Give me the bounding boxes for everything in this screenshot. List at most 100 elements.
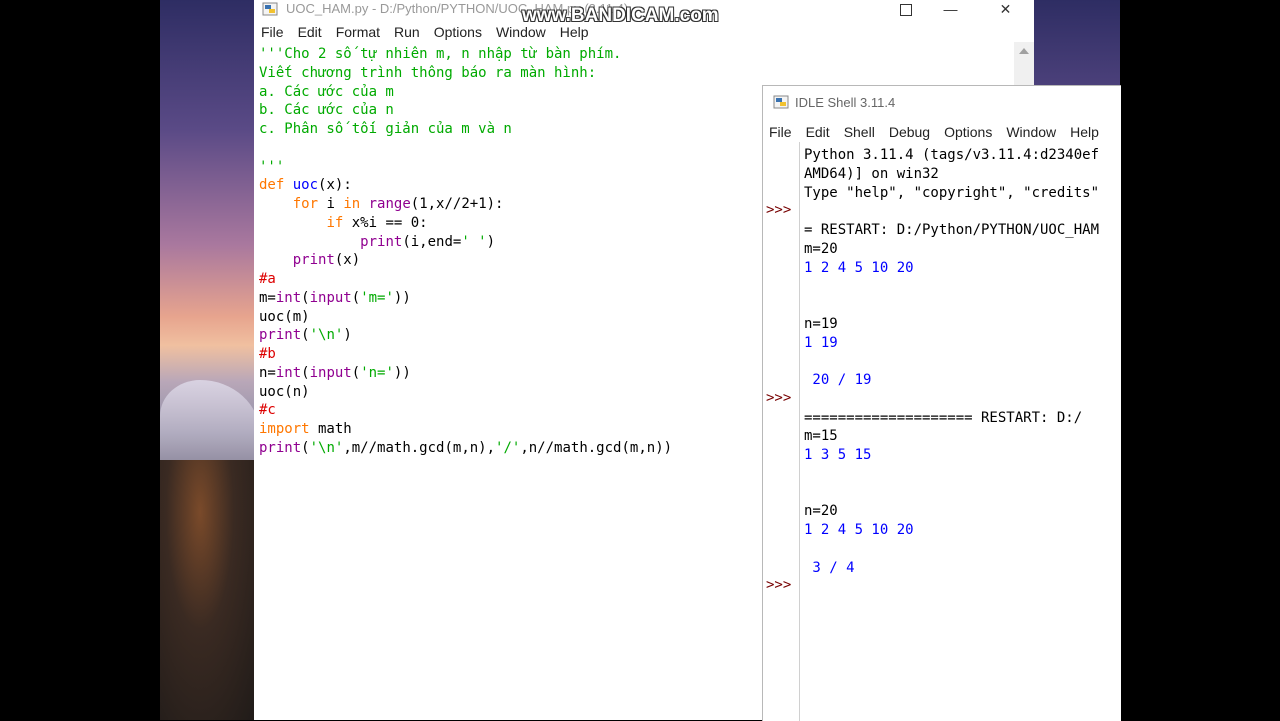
code-token: ' ' xyxy=(461,233,487,250)
shell-line: 3 / 4 xyxy=(804,559,855,576)
code-token: import xyxy=(259,421,310,437)
shell-line: AMD64)] on win32 xyxy=(804,165,939,182)
code-token: if xyxy=(326,214,344,231)
shell-menu-options[interactable]: Options xyxy=(944,124,992,140)
code-line: print('\n',m//math.gcd(m,n),'/',n//math.… xyxy=(259,439,672,458)
code-line: print('\n') xyxy=(259,326,672,345)
editor-code-area[interactable]: '''Cho 2 số tự nhiên m, n nhập từ bàn ph… xyxy=(259,45,672,458)
shell-line: 1 2 4 5 10 20 xyxy=(804,522,914,538)
code-line: ''' xyxy=(259,158,672,177)
code-line: b. Các ước của n xyxy=(259,101,672,120)
code-token: ,n//math.gcd(m,n)) xyxy=(520,439,673,456)
shell-menu-debug[interactable]: Debug xyxy=(889,124,930,140)
code-line: Viết chương trình thông báo ra màn hình: xyxy=(259,64,672,83)
code-token: ) xyxy=(486,233,496,250)
code-token: uoc xyxy=(292,177,319,194)
editor-menu-edit[interactable]: Edit xyxy=(298,24,322,40)
code-token: (1,x//2+1): xyxy=(410,196,504,212)
code-token: 'n=' xyxy=(360,364,394,381)
code-token: uoc(m) xyxy=(259,308,310,325)
code-token: #b xyxy=(259,346,276,362)
shell-output-area[interactable]: Python 3.11.4 (tags/v3.11.4:d2340ef AMD64… xyxy=(804,146,1099,577)
maximize-button[interactable] xyxy=(899,0,973,20)
shell-line: m=15 xyxy=(804,428,838,445)
shell-prompt: >>> xyxy=(766,389,792,406)
shell-menubar: File Edit Shell Debug Options Window Help xyxy=(769,121,1113,143)
shell-line: 1 3 5 15 xyxy=(804,447,872,463)
code-line: print(x) xyxy=(259,251,672,270)
python-file-icon xyxy=(262,2,278,16)
code-token: i xyxy=(318,196,344,212)
code-token: int xyxy=(275,289,302,306)
code-token: a. Các ước của m xyxy=(259,83,394,100)
code-line: a. Các ước của m xyxy=(259,83,672,102)
shell-line: m=20 xyxy=(804,240,838,257)
code-token: '/' xyxy=(495,439,521,456)
code-token: (x): xyxy=(318,177,352,194)
code-token: for xyxy=(292,196,319,212)
code-token: b. Các ước của n xyxy=(259,102,394,119)
code-line: m=int(input('m=')) xyxy=(259,289,672,308)
bandicam-watermark: www.BANDICAM.com xyxy=(522,5,719,26)
code-token: 'm=' xyxy=(360,289,394,306)
code-token: (x) xyxy=(334,252,361,269)
editor-menu-options[interactable]: Options xyxy=(434,24,482,40)
code-token: def xyxy=(259,177,285,194)
idle-icon xyxy=(773,95,789,109)
code-token: in xyxy=(343,196,361,212)
code-token: print xyxy=(259,439,302,456)
editor-menu-format[interactable]: Format xyxy=(336,24,380,40)
code-token: math xyxy=(309,421,352,437)
code-line: uoc(m) xyxy=(259,308,672,327)
shell-line: n=20 xyxy=(804,503,838,520)
code-line: n=int(input('n=')) xyxy=(259,364,672,383)
code-token: #a xyxy=(259,271,276,287)
shell-menu-shell[interactable]: Shell xyxy=(844,124,875,140)
code-token: m= xyxy=(259,289,276,306)
code-token: int xyxy=(275,364,302,381)
letterbox-right xyxy=(1120,0,1280,720)
code-token: ( xyxy=(351,289,361,306)
shell-prompt: >>> xyxy=(766,577,792,594)
shell-menu-window[interactable]: Window xyxy=(1006,124,1056,140)
shell-titlebar[interactable]: IDLE Shell 3.11.4 xyxy=(763,86,1121,117)
code-line: import math xyxy=(259,420,672,439)
shell-menu-help[interactable]: Help xyxy=(1070,124,1099,140)
shell-line: n=19 xyxy=(804,315,838,332)
letterbox-left xyxy=(0,0,160,720)
shell-menu-file[interactable]: File xyxy=(769,124,792,140)
editor-menu-file[interactable]: File xyxy=(261,24,284,40)
wallpaper-city-lights xyxy=(160,460,260,720)
shell-window: IDLE Shell 3.11.4 File Edit Shell Debug Opti… xyxy=(762,85,1121,721)
code-token: uoc(n) xyxy=(259,383,310,400)
code-token: (i,end= xyxy=(402,233,462,250)
close-button[interactable]: ✕ xyxy=(983,0,1028,20)
shell-menu-edit[interactable]: Edit xyxy=(806,124,830,140)
scroll-up-arrow-icon[interactable] xyxy=(1019,48,1029,54)
code-token: )) xyxy=(393,289,411,306)
code-line: #c xyxy=(259,401,672,420)
code-token: ( xyxy=(301,327,310,344)
shell-line: 1 19 xyxy=(804,334,838,351)
code-token: ( xyxy=(351,364,361,381)
shell-title: IDLE Shell 3.11.4 xyxy=(795,95,896,110)
code-token: input xyxy=(309,364,352,381)
code-token: '\n' xyxy=(309,327,344,344)
code-token: ,m//math.gcd(m,n), xyxy=(343,439,496,456)
code-token: range xyxy=(368,196,411,212)
code-line: c. Phân số tối giản của m và n xyxy=(259,120,672,139)
shell-line: = RESTART: D:/Python/PYTHON/UOC_HAM xyxy=(804,222,1100,238)
code-token: '\n' xyxy=(309,439,344,456)
code-line: if x%i == 0: xyxy=(259,214,672,233)
editor-menu-run[interactable]: Run xyxy=(394,24,420,40)
code-token: c. Phân số tối giản của m và n xyxy=(259,121,512,137)
